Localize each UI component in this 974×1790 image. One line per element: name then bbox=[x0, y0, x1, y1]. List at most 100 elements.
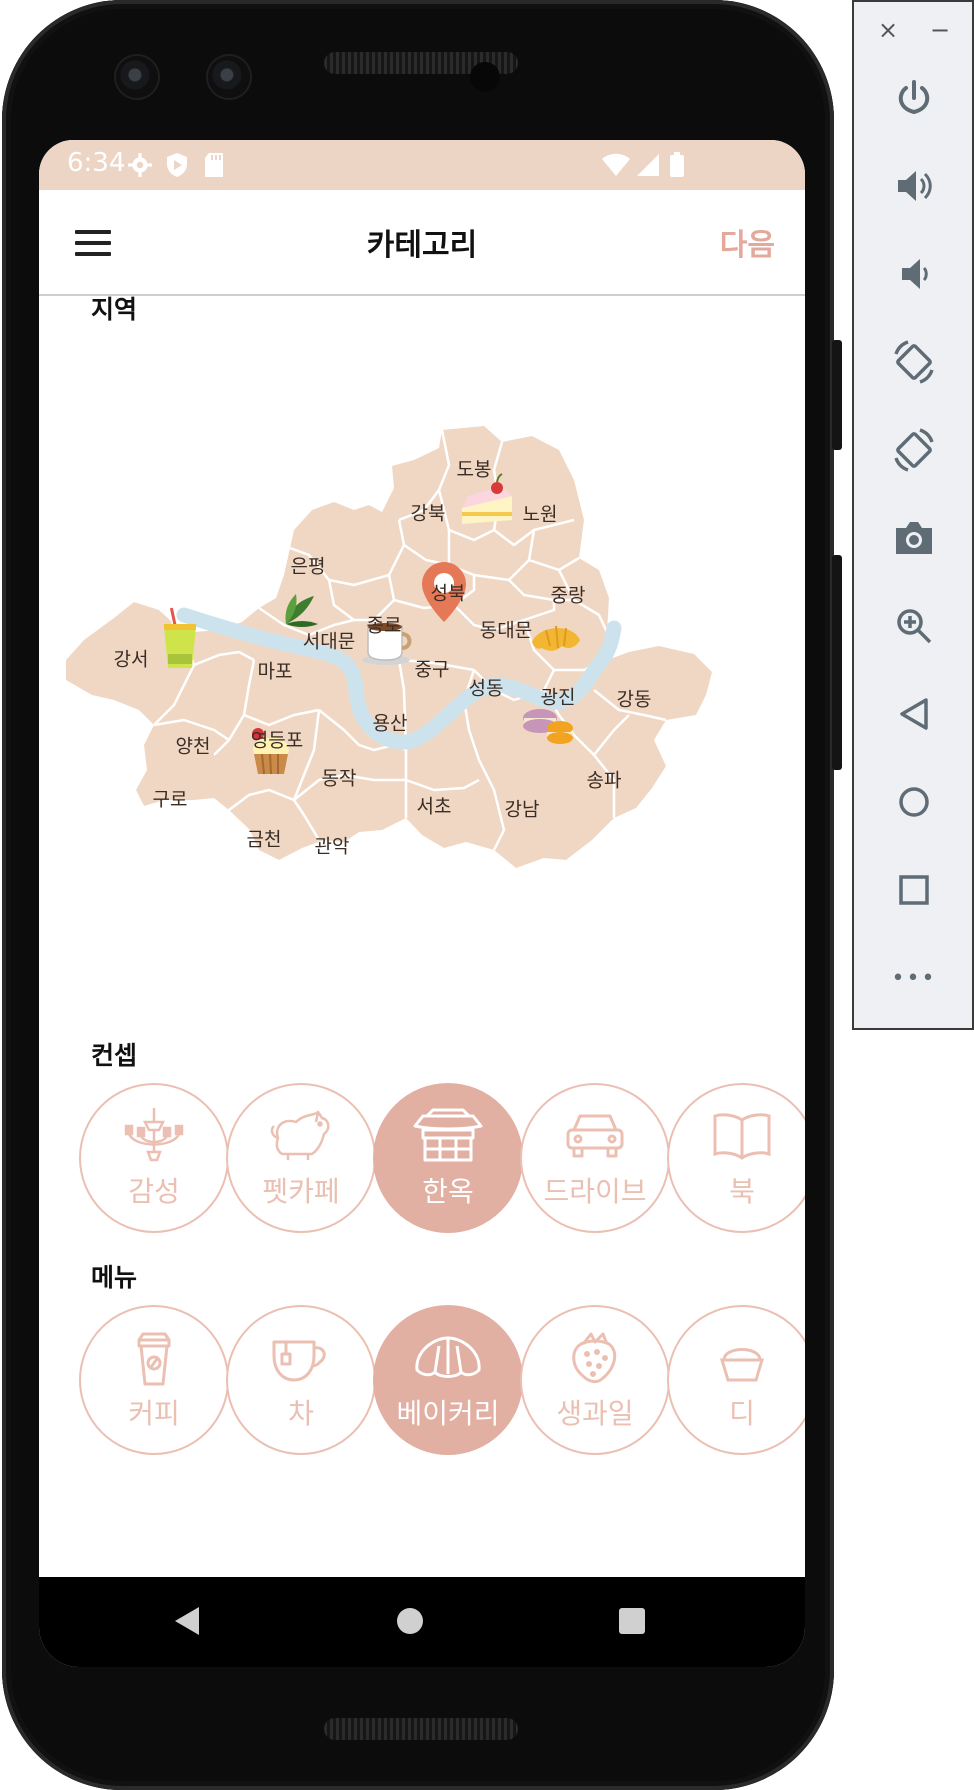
district-label[interactable]: 용산 bbox=[373, 709, 408, 736]
concept-chip-label: 펫카페 bbox=[262, 1175, 340, 1208]
emulator-minimize-button[interactable]: − bbox=[930, 16, 950, 44]
front-camera-icon bbox=[116, 56, 158, 98]
concept-chip-drive[interactable]: 드라이브 bbox=[520, 1083, 670, 1233]
tea-cup-icon bbox=[266, 1328, 336, 1388]
zoom-in-icon bbox=[897, 609, 932, 644]
chandelier-icon bbox=[119, 1106, 189, 1166]
coffee-cup-icon bbox=[119, 1328, 189, 1388]
menu-chip-label: 차 bbox=[288, 1397, 314, 1430]
car-icon bbox=[560, 1106, 630, 1166]
district-label[interactable]: 관악 bbox=[315, 832, 350, 859]
volume-down-button[interactable] bbox=[889, 249, 939, 299]
croissant-icon bbox=[413, 1328, 483, 1388]
district-label[interactable]: 영등포 bbox=[251, 726, 303, 753]
rotate-left-button[interactable] bbox=[889, 337, 939, 387]
phone-frame: 6:34 카테고리 다음 지역 도봉 강북 노원 은평 성북 중랑 종로 동대문… bbox=[2, 0, 842, 1790]
district-label[interactable]: 강동 bbox=[617, 685, 652, 712]
system-nav-bar bbox=[39, 1577, 805, 1667]
district-label[interactable]: 도봉 bbox=[457, 455, 492, 482]
dog-icon bbox=[266, 1106, 336, 1166]
district-label[interactable]: 강서 bbox=[114, 645, 149, 672]
rotate-right-button[interactable] bbox=[889, 425, 939, 475]
next-button[interactable]: 다음 bbox=[720, 220, 775, 264]
district-label[interactable]: 동작 bbox=[322, 764, 357, 791]
power-icon bbox=[898, 80, 930, 115]
district-label[interactable]: 노원 bbox=[523, 500, 558, 527]
back-button[interactable] bbox=[889, 689, 939, 739]
overview-button[interactable] bbox=[889, 865, 939, 915]
concept-chip-book[interactable]: 북 bbox=[667, 1083, 805, 1233]
settings-gear-icon bbox=[128, 153, 152, 177]
region-section-label: 지역 bbox=[91, 295, 138, 324]
district-label[interactable]: 금천 bbox=[247, 825, 282, 852]
concept-chip-label: 북 bbox=[729, 1175, 755, 1208]
volume-up-icon bbox=[898, 171, 932, 201]
district-label[interactable]: 은평 bbox=[291, 552, 326, 579]
menu-chip-coffee[interactable]: 커피 bbox=[79, 1305, 229, 1455]
status-bar: 6:34 bbox=[39, 140, 805, 190]
emulator-close-button[interactable]: × bbox=[878, 16, 898, 44]
concept-chip-label: 한옥 bbox=[422, 1175, 474, 1208]
concept-chip-label: 드라이브 bbox=[543, 1175, 647, 1208]
menu-chip-label: 생과일 bbox=[556, 1397, 634, 1430]
concept-section-label: 컨셉 bbox=[91, 1041, 138, 1070]
volume-down-icon bbox=[902, 259, 928, 289]
screenshot-button[interactable] bbox=[889, 513, 939, 563]
district-label[interactable]: 강북 bbox=[411, 499, 446, 526]
menu-chip-bakery[interactable]: 베이커리 bbox=[373, 1305, 523, 1455]
front-camera-icon bbox=[208, 56, 250, 98]
back-triangle-icon bbox=[900, 698, 928, 730]
concept-chip-hanok[interactable]: 한옥 bbox=[373, 1083, 523, 1233]
app-bar: 카테고리 다음 bbox=[39, 190, 805, 296]
home-circle-icon bbox=[899, 787, 929, 817]
concept-chip-emotional[interactable]: 감성 bbox=[79, 1083, 229, 1233]
menu-chip-label: 디 bbox=[729, 1397, 755, 1430]
district-label[interactable]: 중랑 bbox=[551, 581, 586, 608]
status-time: 6:34 bbox=[67, 148, 126, 178]
power-side-button bbox=[832, 340, 842, 450]
book-icon bbox=[707, 1106, 777, 1166]
menu-chip-dessert[interactable]: 디 bbox=[667, 1305, 805, 1455]
menu-chip-fresh-fruit[interactable]: 생과일 bbox=[520, 1305, 670, 1455]
emulator-toolbar: × − ••• bbox=[852, 0, 974, 1030]
overview-square-icon bbox=[899, 875, 929, 905]
power-button[interactable] bbox=[889, 73, 939, 123]
strawberry-icon bbox=[560, 1328, 630, 1388]
home-button[interactable] bbox=[889, 777, 939, 827]
zoom-button[interactable] bbox=[889, 601, 939, 651]
district-label[interactable]: 동대문 bbox=[480, 616, 532, 643]
nav-back-icon[interactable] bbox=[171, 1605, 201, 1637]
cellular-signal-icon bbox=[637, 154, 659, 176]
district-label[interactable]: 성북 bbox=[431, 579, 466, 606]
district-label[interactable]: 서초 bbox=[417, 792, 452, 819]
district-label[interactable]: 서대문 bbox=[303, 627, 355, 654]
dessert-icon bbox=[707, 1328, 777, 1388]
menu-chip-label: 베이커리 bbox=[396, 1397, 500, 1430]
district-label[interactable]: 성동 bbox=[469, 674, 504, 701]
bottom-speaker bbox=[324, 1718, 518, 1740]
district-label[interactable]: 양천 bbox=[176, 732, 211, 759]
district-label[interactable]: 구로 bbox=[153, 785, 188, 812]
volume-up-button[interactable] bbox=[889, 161, 939, 211]
concept-chip-pet-cafe[interactable]: 펫카페 bbox=[226, 1083, 376, 1233]
proximity-sensor bbox=[470, 62, 500, 92]
district-label[interactable]: 종로 bbox=[367, 611, 402, 638]
app-screen: 6:34 카테고리 다음 지역 도봉 강북 노원 은평 성북 중랑 종로 동대문… bbox=[39, 140, 805, 1667]
menu-section-label: 메뉴 bbox=[91, 1263, 138, 1292]
district-label[interactable]: 송파 bbox=[587, 766, 622, 793]
district-label[interactable]: 중구 bbox=[415, 655, 450, 682]
district-label[interactable]: 마포 bbox=[258, 657, 293, 684]
menu-chip-row: 커피 차 베이커리 생과일 디 bbox=[39, 1305, 805, 1465]
district-label[interactable]: 광진 bbox=[541, 683, 576, 710]
concept-chip-row: 감성 펫카페 한옥 드라이브 북 bbox=[39, 1083, 805, 1243]
rotate-right-icon bbox=[894, 428, 934, 472]
menu-chip-tea[interactable]: 차 bbox=[226, 1305, 376, 1455]
district-label[interactable]: 강남 bbox=[505, 795, 540, 822]
page-title: 카테고리 bbox=[366, 228, 478, 263]
concept-chip-label: 감성 bbox=[128, 1175, 180, 1208]
more-options-button[interactable]: ••• bbox=[889, 953, 939, 1003]
seoul-district-map: 도봉 강북 노원 은평 성북 중랑 종로 동대문 서대문 강서 마포 중구 성동… bbox=[54, 370, 794, 970]
nav-recents-icon[interactable] bbox=[617, 1605, 647, 1637]
nav-home-icon[interactable] bbox=[395, 1605, 425, 1637]
battery-icon bbox=[670, 152, 684, 177]
